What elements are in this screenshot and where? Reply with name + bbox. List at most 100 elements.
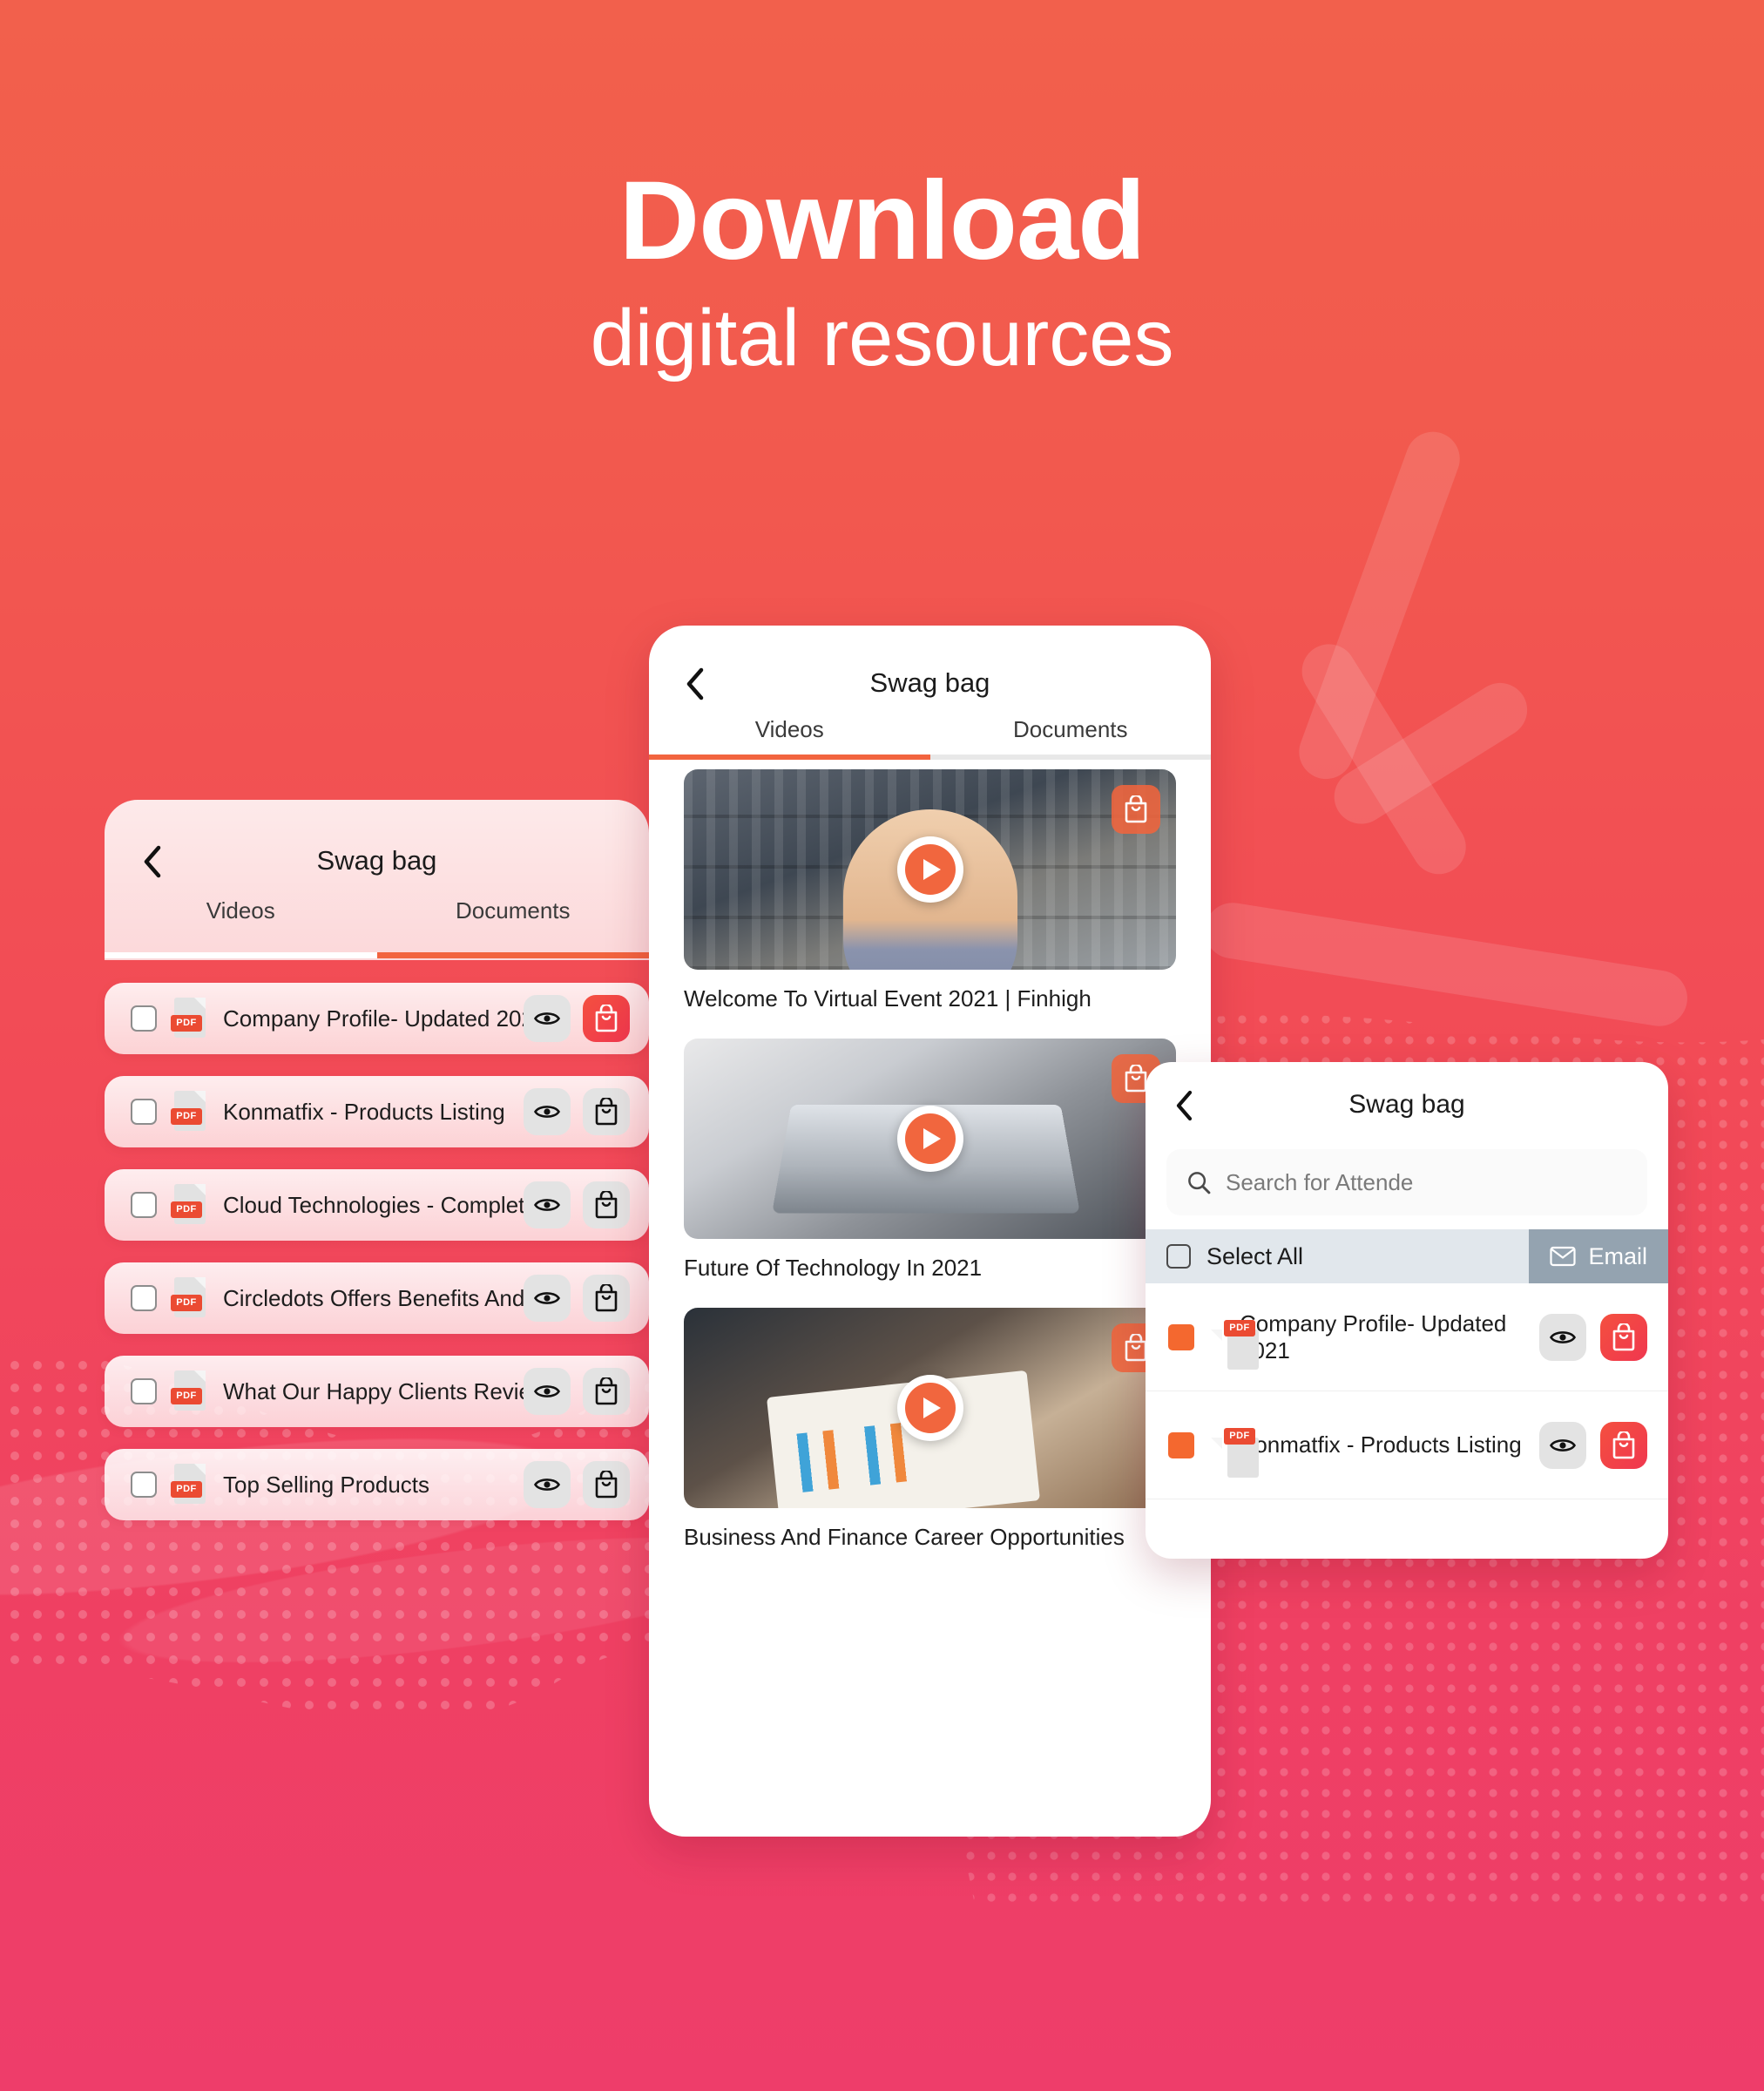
shopping-bag-icon bbox=[595, 1471, 618, 1499]
eye-icon bbox=[1550, 1438, 1576, 1452]
left-panel-tab-indicator bbox=[105, 952, 649, 958]
preview-button[interactable] bbox=[524, 1181, 571, 1228]
document-row[interactable]: PDF Konmatfix - Products Listing bbox=[105, 1076, 649, 1147]
add-to-bag-button[interactable] bbox=[583, 1088, 630, 1135]
document-checkbox[interactable] bbox=[1168, 1431, 1194, 1458]
document-name: What Our Happy Clients Reviews bbox=[223, 1377, 524, 1404]
eye-icon bbox=[1550, 1330, 1576, 1343]
video-card[interactable]: Business And Finance Career Opportunitie… bbox=[684, 1308, 1176, 1551]
document-actions bbox=[1539, 1421, 1647, 1469]
search-placeholder: Search for Attende bbox=[1226, 1168, 1414, 1195]
video-thumbnail[interactable] bbox=[684, 1308, 1176, 1508]
document-name: Top Selling Products bbox=[223, 1471, 430, 1498]
right-share-panel: Swag bag Search for Attende Select All E… bbox=[1146, 1062, 1668, 1559]
document-name: Konmatfix - Products Listing bbox=[1240, 1431, 1522, 1458]
select-all-checkbox[interactable] bbox=[1166, 1244, 1191, 1269]
shopping-bag-icon bbox=[595, 1284, 618, 1312]
add-to-bag-button[interactable] bbox=[583, 1461, 630, 1508]
panel-title: Swag bag bbox=[869, 667, 990, 698]
center-videos-panel: Swag bag Videos Documents Welcome To Vir… bbox=[649, 626, 1211, 1837]
document-name: Company Profile- Updated 2021 bbox=[223, 1005, 524, 1032]
eye-icon bbox=[534, 1106, 560, 1118]
document-checkbox[interactable] bbox=[131, 1285, 157, 1311]
email-button[interactable]: Email bbox=[1529, 1229, 1668, 1283]
preview-button[interactable] bbox=[524, 1368, 571, 1415]
document-actions bbox=[524, 1088, 630, 1135]
video-card[interactable]: Welcome To Virtual Event 2021 | Finhigh bbox=[684, 769, 1176, 1012]
eye-icon bbox=[534, 1012, 560, 1025]
play-button[interactable] bbox=[896, 1106, 963, 1172]
add-to-bag-button[interactable] bbox=[1600, 1313, 1647, 1361]
document-actions bbox=[524, 1461, 630, 1508]
video-caption: Welcome To Virtual Event 2021 | Finhigh bbox=[684, 985, 1092, 1012]
tab-documents[interactable]: Documents bbox=[930, 716, 1212, 743]
document-row[interactable]: PDF What Our Happy Clients Reviews bbox=[105, 1356, 649, 1427]
search-input[interactable]: Search for Attende bbox=[1166, 1149, 1647, 1215]
add-to-bag-button[interactable] bbox=[583, 1275, 630, 1322]
document-name: Company Profile- Updated 2021 bbox=[1240, 1309, 1507, 1364]
panel-title: Swag bag bbox=[1348, 1090, 1465, 1119]
mail-icon bbox=[1550, 1246, 1577, 1267]
document-actions bbox=[1539, 1313, 1647, 1361]
video-card[interactable]: Future Of Technology In 2021 bbox=[684, 1039, 1176, 1282]
document-checkbox[interactable] bbox=[131, 1472, 157, 1498]
document-actions bbox=[524, 995, 630, 1042]
shopping-bag-icon bbox=[1125, 795, 1147, 823]
pdf-file-icon: PDF bbox=[171, 1091, 207, 1133]
tab-videos[interactable]: Videos bbox=[649, 716, 930, 743]
preview-button[interactable] bbox=[1539, 1313, 1586, 1361]
play-icon bbox=[904, 1383, 956, 1433]
play-button[interactable] bbox=[896, 836, 963, 903]
add-to-bag-button[interactable] bbox=[583, 1368, 630, 1415]
preview-button[interactable] bbox=[524, 995, 571, 1042]
shopping-bag-icon bbox=[595, 1377, 618, 1405]
preview-button[interactable] bbox=[524, 1275, 571, 1322]
video-thumbnail[interactable] bbox=[684, 769, 1176, 970]
add-to-bag-button[interactable] bbox=[1600, 1421, 1647, 1469]
video-caption: Business And Finance Career Opportunitie… bbox=[684, 1524, 1125, 1550]
document-row[interactable]: PDF Circledots Offers Benefits And Perks bbox=[105, 1262, 649, 1334]
right-panel-header: Swag bag bbox=[1146, 1062, 1668, 1146]
document-row[interactable]: PDF Konmatfix - Products Listing bbox=[1146, 1391, 1668, 1499]
center-panel-tab-indicator bbox=[649, 755, 1211, 760]
tab-videos[interactable]: Videos bbox=[105, 897, 377, 940]
document-row[interactable]: PDF Cloud Technologies - Complete Guide bbox=[105, 1169, 649, 1241]
shopping-bag-icon bbox=[1612, 1431, 1635, 1458]
preview-button[interactable] bbox=[524, 1088, 571, 1135]
video-thumbnail[interactable] bbox=[684, 1039, 1176, 1239]
preview-button[interactable] bbox=[1539, 1421, 1586, 1469]
pdf-file-icon: PDF bbox=[171, 1184, 207, 1226]
right-documents-list: PDF Company Profile- Updated 2021 PDF Konma… bbox=[1146, 1283, 1668, 1499]
document-row[interactable]: PDF Company Profile- Updated 2021 bbox=[1146, 1283, 1668, 1391]
document-name: Cloud Technologies - Complete Guide bbox=[223, 1191, 524, 1218]
document-checkbox[interactable] bbox=[1168, 1323, 1194, 1350]
document-actions bbox=[524, 1368, 630, 1415]
add-to-bag-button[interactable] bbox=[1112, 785, 1160, 834]
video-caption: Future Of Technology In 2021 bbox=[684, 1255, 983, 1281]
left-panel-tabs: Videos Documents bbox=[105, 897, 649, 940]
preview-button[interactable] bbox=[524, 1461, 571, 1508]
pdf-file-icon: PDF bbox=[171, 1370, 207, 1412]
headline-primary: Download bbox=[618, 159, 1146, 283]
left-documents-panel: Swag bag Videos Documents PDF Company Pro… bbox=[105, 800, 649, 1584]
tab-documents[interactable]: Documents bbox=[377, 897, 650, 940]
document-checkbox[interactable] bbox=[131, 1192, 157, 1218]
eye-icon bbox=[534, 1292, 560, 1304]
play-icon bbox=[904, 1113, 956, 1164]
shopping-bag-icon bbox=[595, 1005, 618, 1032]
shopping-bag-icon bbox=[595, 1191, 618, 1219]
document-row[interactable]: PDF Top Selling Products bbox=[105, 1449, 649, 1520]
document-row[interactable]: PDF Company Profile- Updated 2021 bbox=[105, 983, 649, 1054]
download-arrow-decoration bbox=[1281, 423, 1568, 919]
document-checkbox[interactable] bbox=[131, 1099, 157, 1125]
add-to-bag-button[interactable] bbox=[583, 1181, 630, 1228]
document-checkbox[interactable] bbox=[131, 1005, 157, 1032]
select-all-bar: Select All Email bbox=[1146, 1229, 1668, 1283]
document-checkbox[interactable] bbox=[131, 1378, 157, 1404]
email-button-label: Email bbox=[1588, 1242, 1647, 1269]
hero-headline: Download digital resources bbox=[0, 159, 1764, 379]
add-to-bag-button[interactable] bbox=[583, 995, 630, 1042]
bar-decoration bbox=[1200, 898, 1692, 1031]
play-button[interactable] bbox=[896, 1375, 963, 1441]
eye-icon bbox=[534, 1385, 560, 1397]
